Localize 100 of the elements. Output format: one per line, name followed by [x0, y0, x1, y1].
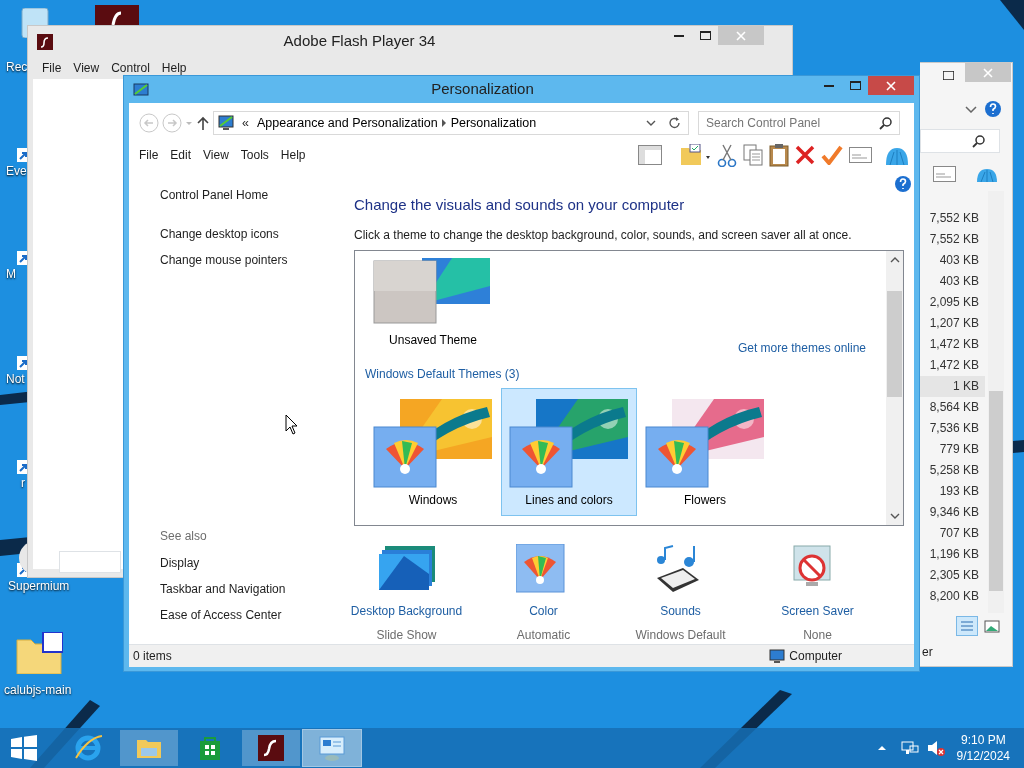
size-cell-text: 8,200 KB [928, 588, 980, 605]
status-text: 0 items [133, 648, 172, 666]
chevron-right-icon [441, 119, 447, 127]
setting-value: None [803, 627, 832, 645]
thumbnail-view-icon[interactable] [983, 617, 1001, 635]
help-icon[interactable] [895, 175, 911, 192]
size-cell-text: 7,536 KB [928, 420, 980, 437]
refresh-button[interactable] [668, 116, 682, 130]
theme-tile[interactable]: Lines and colors [501, 388, 637, 517]
menu-item[interactable]: Edit [164, 146, 198, 165]
sidebar-link[interactable]: Change mouse pointers [160, 250, 354, 269]
close-icon [736, 30, 746, 41]
setting-link[interactable]: Color [529, 602, 558, 621]
search-field[interactable] [920, 129, 1000, 153]
instruction-text: Click a theme to change the desktop background, color, sounds, and screen saver all at once. [354, 227, 853, 245]
setting-link[interactable]: Screen Saver [781, 602, 854, 621]
cursor-icon [285, 414, 298, 435]
setting-link[interactable]: Desktop Background [350, 602, 463, 621]
address-bar[interactable]: « Appearance and Personalization Personalization [213, 111, 689, 135]
more-themes-link[interactable]: Get more themes online [737, 339, 866, 358]
clipboard-icon[interactable] [769, 143, 789, 168]
scrollbar[interactable] [886, 251, 903, 526]
wallpaper-line [1000, 0, 1024, 30]
search-icon [879, 117, 892, 130]
setting-value: Windows Default [635, 627, 726, 645]
menu-item[interactable]: Help [274, 146, 312, 165]
help-icon[interactable] [985, 101, 1001, 117]
setting-value: Automatic [516, 627, 571, 645]
breadcrumb-link[interactable]: Appearance and Personalization [252, 113, 442, 133]
scrollbar[interactable] [988, 191, 1004, 613]
setting-value: Slide Show [376, 627, 437, 645]
window-title: Personalization [431, 80, 534, 98]
up-button[interactable] [196, 115, 210, 131]
scrollbar-thumb[interactable] [989, 391, 1003, 591]
maximize-icon [699, 31, 711, 40]
maximize-button[interactable] [943, 71, 954, 80]
menu-item[interactable]: Control [105, 59, 156, 77]
status-text: Computer [789, 648, 842, 666]
sidebar-link[interactable]: Display [160, 554, 354, 573]
size-cell-text: 1,207 KB [928, 315, 980, 332]
search-icon [972, 135, 985, 148]
dropdown-caret-icon[interactable] [965, 106, 977, 113]
taskbar-button[interactable] [242, 730, 300, 766]
section-label: See also [160, 528, 208, 546]
show-hidden-icons-button[interactable] [876, 744, 887, 752]
menu-item[interactable]: View [197, 146, 235, 165]
scissors-icon[interactable] [717, 143, 737, 167]
maximize-icon [849, 81, 861, 90]
setting-link[interactable]: Sounds [660, 602, 701, 621]
flash-icon [37, 33, 53, 50]
dropdown-caret-icon[interactable] [646, 119, 656, 127]
menu-item[interactable]: File [133, 146, 165, 165]
size-cell: 1 KB [920, 376, 985, 397]
close-icon [983, 67, 993, 78]
mail-icon[interactable] [933, 166, 956, 182]
sidebar-link[interactable]: Change desktop icons [160, 224, 354, 243]
menu-item[interactable]: Help [155, 59, 193, 77]
copy-icon[interactable] [743, 144, 763, 167]
delete-icon[interactable] [795, 145, 815, 166]
scrollbar-thumb[interactable] [887, 291, 902, 398]
menu-item[interactable]: View [67, 59, 106, 77]
size-cell-text: 2,305 KB [928, 567, 980, 584]
size-cell-text: 707 KB [938, 525, 980, 542]
control-panel-icon [133, 81, 149, 98]
menu-item[interactable]: File [36, 59, 68, 77]
minimize-icon [674, 34, 684, 37]
taskbar-button[interactable] [303, 730, 361, 766]
size-cell-text: 1,472 KB [928, 336, 980, 353]
scroll-down-icon[interactable] [889, 512, 900, 521]
window-title: Adobe Flash Player 34 [283, 32, 436, 50]
scroll-up-icon[interactable] [889, 256, 900, 265]
folder-icon[interactable] [15, 632, 63, 674]
search-field[interactable]: Search Control Panel [698, 111, 900, 135]
check-icon[interactable] [821, 145, 843, 166]
flash-icon[interactable] [95, 5, 139, 25]
sidebar-link[interactable]: Taskbar and Navigation [160, 580, 354, 599]
computer-icon [769, 648, 786, 664]
theme-tile[interactable]: Windows [365, 388, 501, 517]
sidebar-link[interactable]: Control Panel Home [160, 185, 354, 204]
size-cell-text: 779 KB [938, 441, 980, 458]
size-cell-text: 9,346 KB [928, 504, 980, 521]
clock-time[interactable]: 9:10 PM [960, 732, 1006, 748]
input-field[interactable] [59, 551, 121, 573]
clock-date[interactable]: 9/12/2024 [956, 748, 1010, 764]
network-icon[interactable] [900, 741, 919, 755]
close-icon [886, 80, 896, 91]
size-cell-text: 403 KB [938, 252, 980, 269]
volume-muted-icon[interactable] [926, 739, 945, 757]
mail-icon[interactable] [849, 147, 872, 164]
folder-options-icon[interactable] [680, 144, 711, 167]
size-cell-text: 8,564 KB [928, 399, 980, 416]
shell-icon[interactable] [975, 166, 999, 183]
size-cell-text: 403 KB [938, 273, 980, 290]
menu-item[interactable]: Tools [234, 146, 275, 165]
size-cell-text: 1,472 KB [928, 357, 980, 374]
layout-icon[interactable] [638, 145, 662, 166]
status-text: er [922, 644, 933, 661]
theme-tile[interactable]: Flowers [637, 388, 773, 517]
control-panel-icon [318, 734, 346, 762]
breadcrumb-link[interactable]: Personalization [446, 113, 541, 133]
